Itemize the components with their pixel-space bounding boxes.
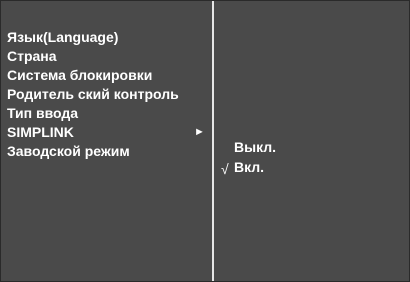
menu-item-label: Язык(Language)	[7, 29, 119, 45]
menu-item-label: Система блокировки	[7, 67, 153, 83]
checkmark-icon: √	[221, 161, 229, 177]
option-off[interactable]: Выкл.	[218, 137, 398, 157]
option-on[interactable]: √ Вкл.	[218, 157, 398, 177]
option-label: Выкл.	[234, 139, 277, 155]
menu-item-lock-system[interactable]: Система блокировки	[1, 66, 212, 85]
menu-item-parental-control[interactable]: Родитель ский контроль	[1, 85, 212, 104]
menu-item-language[interactable]: Язык(Language)	[1, 28, 212, 47]
option-label: Вкл.	[234, 159, 265, 175]
menu-item-input-type[interactable]: Тип ввода	[1, 104, 212, 123]
panel-divider	[212, 1, 214, 281]
menu-item-label: Страна	[7, 48, 57, 64]
option-menu: Язык(Language) Страна Система блокировки…	[1, 28, 212, 161]
menu-item-label: Тип ввода	[7, 105, 79, 121]
right-triangle-icon: ►	[194, 126, 205, 138]
menu-item-country[interactable]: Страна	[1, 47, 212, 66]
tv-osd-screen: Язык(Language) Страна Система блокировки…	[0, 0, 410, 282]
menu-item-simplink[interactable]: SIMPLINK ►	[1, 123, 212, 142]
simplink-submenu: Выкл. √ Вкл.	[218, 137, 398, 177]
menu-item-label: Родитель ский контроль	[7, 86, 179, 102]
menu-item-label: Заводской режим	[7, 143, 130, 159]
menu-item-factory-mode[interactable]: Заводской режим	[1, 142, 212, 161]
menu-item-label: SIMPLINK	[7, 124, 74, 140]
